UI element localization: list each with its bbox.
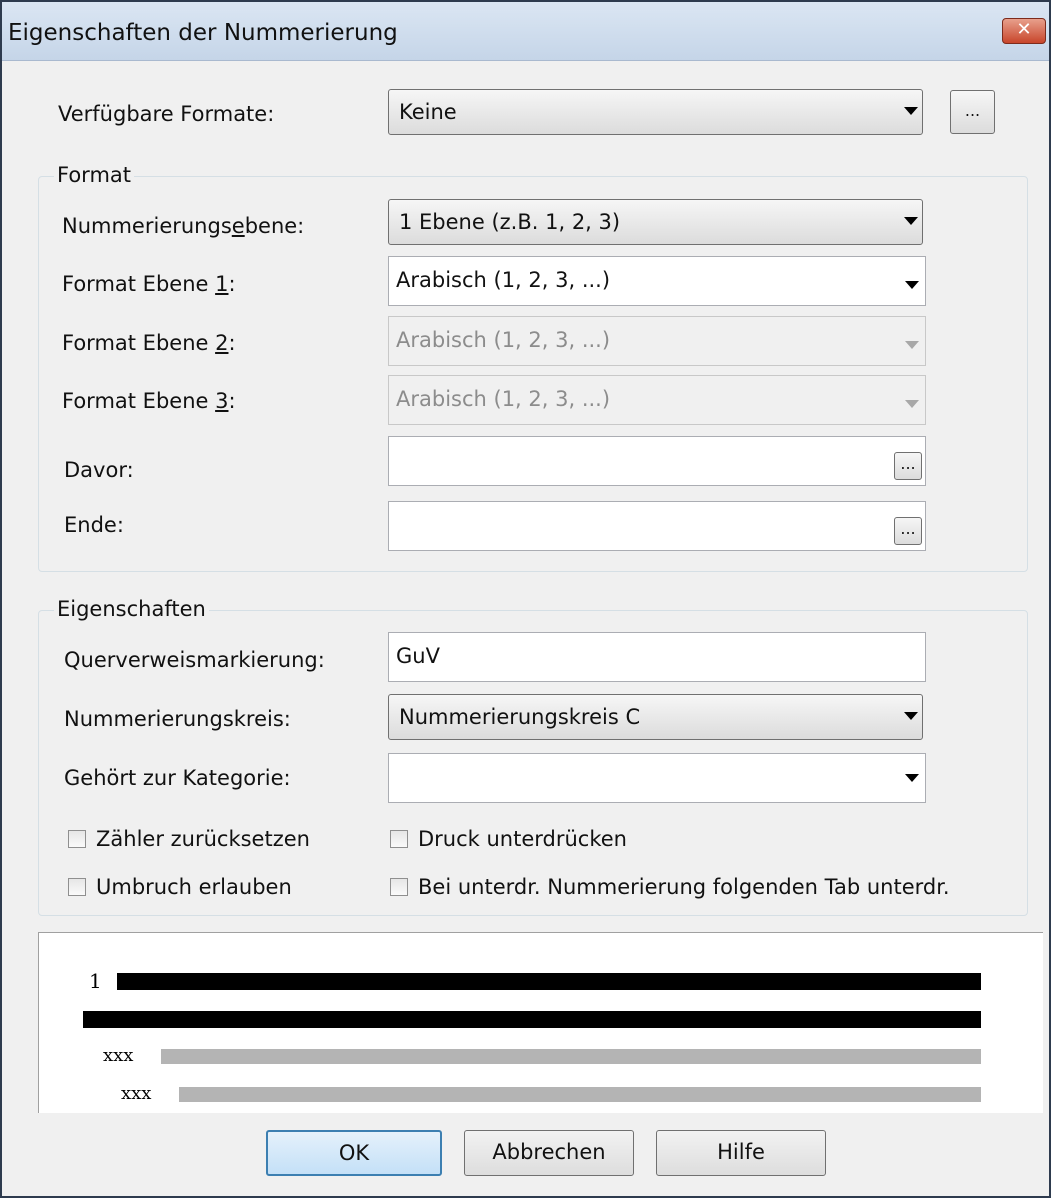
numbering-level-dropdown[interactable]: 1 Ebene (z.B. 1, 2, 3) <box>388 199 923 245</box>
chevron-down-icon <box>904 217 918 225</box>
preview-sub-line-1 <box>161 1049 981 1064</box>
reset-counter-checkbox[interactable] <box>68 830 86 848</box>
numbering-circle-dropdown[interactable]: Nummerierungskreis C <box>388 694 923 740</box>
cancel-button[interactable]: Abbrechen <box>464 1130 634 1176</box>
available-formats-more-button[interactable]: ... <box>950 90 995 134</box>
chevron-down-icon <box>904 712 918 720</box>
crossref-value: GuV <box>396 644 440 668</box>
before-input[interactable] <box>388 436 926 486</box>
format-level-2-value: Arabisch (1, 2, 3, ...) <box>396 328 611 352</box>
suppress-tab-label: Bei unterdr. Nummerierung folgenden Tab … <box>418 875 950 899</box>
preview-sub-line-2 <box>179 1087 981 1102</box>
end-more-button[interactable]: ... <box>894 517 922 545</box>
preview-number: 1 <box>89 969 102 993</box>
before-label: Davor: <box>64 458 134 482</box>
end-label: Ende: <box>64 513 124 537</box>
preview-sub-marker-2: xxx <box>121 1083 152 1104</box>
suppress-print-label: Druck unterdrücken <box>418 827 627 851</box>
preview-sub-marker-1: xxx <box>103 1045 134 1066</box>
preview-heading-line <box>117 973 981 990</box>
numbering-preview: 1 xxx xxx <box>38 932 1043 1113</box>
end-input[interactable] <box>388 501 926 551</box>
format-level-3-label: Format Ebene 3: <box>62 389 236 413</box>
preview-heading-line-2 <box>83 1011 981 1028</box>
suppress-tab-checkbox[interactable] <box>390 878 408 896</box>
properties-group-title: Eigenschaften <box>54 597 209 621</box>
close-icon[interactable]: ✕ <box>1002 18 1046 44</box>
chevron-down-icon <box>905 774 919 782</box>
numbering-level-label: Nummerierungsebene: <box>62 214 305 238</box>
chevron-down-icon <box>904 107 918 115</box>
chevron-down-icon <box>905 400 919 408</box>
suppress-print-checkbox[interactable] <box>390 830 408 848</box>
numbering-level-value: 1 Ebene (z.B. 1, 2, 3) <box>399 210 621 234</box>
category-label: Gehört zur Kategorie: <box>64 766 291 790</box>
numbering-properties-dialog: Eigenschaften der Nummerierung ✕ Verfügb… <box>0 0 1051 1198</box>
format-level-1-value: Arabisch (1, 2, 3, ...) <box>396 268 611 292</box>
format-level-2-label: Format Ebene 2: <box>62 331 236 355</box>
help-button[interactable]: Hilfe <box>656 1130 826 1176</box>
allow-break-label: Umbruch erlauben <box>96 875 292 899</box>
ok-button[interactable]: OK <box>266 1130 442 1176</box>
available-formats-value: Keine <box>399 100 457 124</box>
numbering-circle-value: Nummerierungskreis C <box>399 705 641 729</box>
window-title: Eigenschaften der Nummerierung <box>8 20 398 46</box>
title-bar: Eigenschaften der Nummerierung ✕ <box>2 2 1049 61</box>
allow-break-checkbox[interactable] <box>68 878 86 896</box>
format-group-title: Format <box>54 163 135 187</box>
reset-counter-label: Zähler zurücksetzen <box>96 827 310 851</box>
chevron-down-icon <box>905 341 919 349</box>
numbering-circle-label: Nummerierungskreis: <box>64 707 291 731</box>
category-dropdown[interactable] <box>388 753 926 803</box>
crossref-label: Querverweismarkierung: <box>64 648 325 672</box>
format-level-1-dropdown[interactable]: Arabisch (1, 2, 3, ...) <box>388 256 926 306</box>
crossref-input[interactable]: GuV <box>388 632 926 682</box>
chevron-down-icon <box>905 281 919 289</box>
available-formats-label: Verfügbare Formate: <box>58 102 275 126</box>
format-level-3-dropdown: Arabisch (1, 2, 3, ...) <box>388 375 926 425</box>
before-more-button[interactable]: ... <box>894 452 922 480</box>
available-formats-dropdown[interactable]: Keine <box>388 89 923 135</box>
format-level-2-dropdown: Arabisch (1, 2, 3, ...) <box>388 316 926 366</box>
format-level-3-value: Arabisch (1, 2, 3, ...) <box>396 387 611 411</box>
format-level-1-label: Format Ebene 1: <box>62 272 236 296</box>
